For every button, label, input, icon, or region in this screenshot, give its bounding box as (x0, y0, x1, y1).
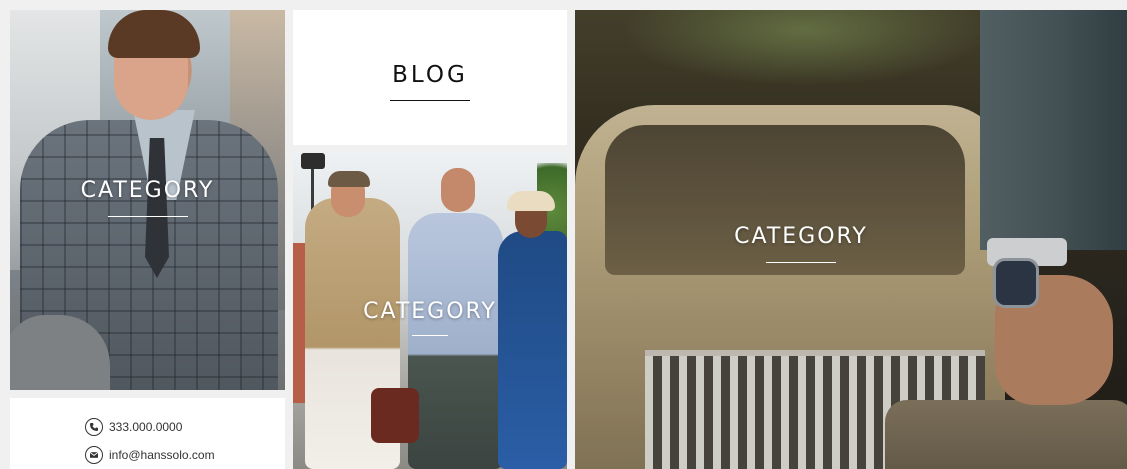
category-label[interactable]: CATEGORY (10, 178, 285, 203)
category-tile-suit[interactable]: CATEGORY (10, 10, 285, 390)
leather-bag (371, 388, 419, 443)
blog-title[interactable]: BLOG (293, 62, 567, 88)
straw-hat (507, 191, 555, 211)
phone-icon (85, 418, 103, 436)
email-icon (85, 446, 103, 464)
category-tile-car[interactable]: CATEGORY (575, 10, 1127, 469)
category-label[interactable]: CATEGORY (575, 224, 1127, 249)
email-address[interactable]: info@hanssolo.com (109, 448, 215, 462)
blog-title-underline (390, 100, 470, 101)
woman-in-blue-dress (498, 231, 567, 469)
category-underline (107, 216, 188, 217)
flat-cap (328, 171, 370, 187)
contact-phone-row[interactable]: 333.000.0000 (85, 418, 182, 436)
man-head (441, 168, 475, 212)
category-underline (766, 262, 836, 263)
man-in-blue-shirt (408, 213, 503, 469)
contact-info: 333.000.0000 info@hanssolo.com (10, 398, 285, 469)
street-lamp-head (301, 153, 325, 169)
category-label[interactable]: CATEGORY (293, 299, 567, 324)
phone-number[interactable]: 333.000.0000 (109, 420, 182, 434)
category-tile-street-style[interactable]: CATEGORY (293, 153, 567, 469)
blog-header-tile: BLOG (293, 10, 567, 145)
contact-email-row[interactable]: info@hanssolo.com (85, 446, 215, 464)
hair (108, 10, 200, 58)
category-underline (412, 335, 448, 336)
